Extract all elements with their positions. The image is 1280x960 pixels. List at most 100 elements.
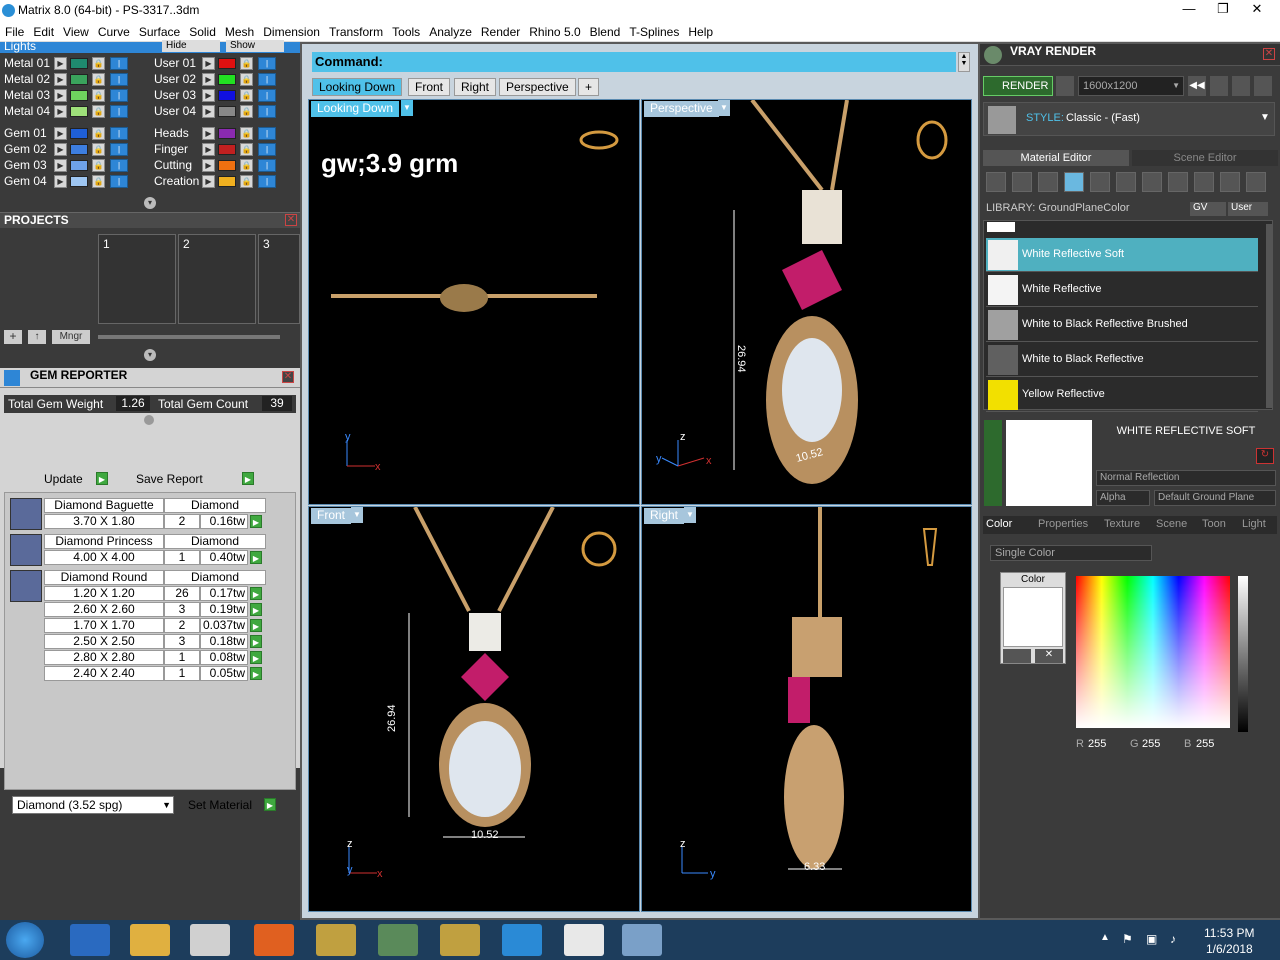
menu-curve[interactable]: Curve	[93, 22, 134, 39]
chevron-right-icon[interactable]: ▶	[54, 57, 67, 70]
chevron-right-icon[interactable]: ▶	[54, 143, 67, 156]
menu-tsplines[interactable]: T-Splines	[624, 22, 683, 39]
library-item[interactable]: Yellow Reflective	[986, 378, 1258, 412]
layer-row[interactable]: Metal 03 ▶ 🔒 |	[0, 88, 148, 103]
layer-color-swatch[interactable]	[218, 90, 236, 101]
layer-row[interactable]: Metal 02 ▶ 🔒 |	[0, 72, 148, 87]
collapse-icon[interactable]: ▾	[144, 349, 156, 361]
document-app-icon[interactable]	[564, 924, 604, 956]
lock-icon[interactable]: 🔒	[240, 105, 253, 118]
command-scroll[interactable]: ▲ ▼	[958, 52, 970, 72]
r-value[interactable]: 255	[1088, 738, 1106, 750]
settings-icon[interactable]	[1254, 76, 1272, 96]
layer-color-swatch[interactable]	[70, 74, 88, 85]
flag-icon[interactable]: ⚑	[1122, 932, 1133, 946]
style-selector[interactable]: STYLE: Classic - (Fast) ▼	[983, 102, 1275, 136]
layer-color-swatch[interactable]	[218, 74, 236, 85]
viewport-front[interactable]: Front ▼ 26.94 10.52 zxy	[308, 506, 640, 912]
tab-scene-editor[interactable]: Scene Editor	[1132, 150, 1278, 166]
image-viewer-icon[interactable]	[622, 924, 662, 956]
layer-color-swatch[interactable]	[70, 90, 88, 101]
viewport-right[interactable]: Right ▼ 6.33 zy	[641, 506, 972, 912]
menu-rhino[interactable]: Rhino 5.0	[524, 22, 584, 39]
layer-row[interactable]: Creation ▶ 🔒 |	[150, 174, 298, 189]
select-gem-icon[interactable]: ▶	[250, 667, 262, 680]
material-tool-icon[interactable]	[1012, 172, 1032, 192]
visibility-icon[interactable]: |	[258, 105, 276, 118]
material-tool-icon[interactable]	[1038, 172, 1058, 192]
user-button[interactable]: User	[1228, 202, 1268, 216]
network-app-icon[interactable]	[378, 924, 418, 956]
rewind-icon[interactable]: ◀◀	[1188, 76, 1206, 96]
lock-icon[interactable]: 🔒	[92, 105, 105, 118]
layer-row[interactable]: Heads ▶ 🔒 |	[150, 126, 298, 141]
material-tool-icon[interactable]	[1142, 172, 1162, 192]
menu-view[interactable]: View	[58, 22, 93, 39]
select-gem-icon[interactable]: ▶	[250, 515, 262, 528]
save-report-button[interactable]: Save Report ▶	[134, 472, 258, 487]
menu-tools[interactable]: Tools	[387, 22, 424, 39]
layer-color-swatch[interactable]	[218, 144, 236, 155]
visibility-icon[interactable]: |	[110, 89, 128, 102]
visibility-icon[interactable]: |	[110, 127, 128, 140]
tab-light[interactable]: Light	[1242, 518, 1266, 530]
lock-icon[interactable]: 🔒	[92, 73, 105, 86]
chevron-right-icon[interactable]: ▶	[202, 89, 215, 102]
visibility-icon[interactable]: |	[258, 127, 276, 140]
menu-analyze[interactable]: Analyze	[424, 22, 476, 39]
layer-row[interactable]: User 02 ▶ 🔒 |	[150, 72, 298, 87]
select-gem-icon[interactable]: ▶	[250, 619, 262, 632]
visibility-icon[interactable]: |	[258, 89, 276, 102]
clock-time[interactable]: 11:53 PM	[1204, 926, 1254, 940]
render-button[interactable]: RENDER	[983, 76, 1053, 96]
visibility-icon[interactable]: |	[110, 159, 128, 172]
expand-left-icon[interactable]	[984, 420, 1002, 506]
layer-color-swatch[interactable]	[70, 128, 88, 139]
menu-mesh[interactable]: Mesh	[220, 22, 258, 39]
material-tool-icon[interactable]	[1168, 172, 1188, 192]
layer-color-swatch[interactable]	[70, 160, 88, 171]
layer-row[interactable]: Gem 02 ▶ 🔒 |	[0, 142, 148, 157]
layer-row[interactable]: Gem 04 ▶ 🔒 |	[0, 174, 148, 189]
maximize-button[interactable]: ❐	[1206, 0, 1240, 20]
material-tool-icon[interactable]	[1220, 172, 1240, 192]
visibility-icon[interactable]: |	[110, 105, 128, 118]
visibility-icon[interactable]: |	[110, 57, 128, 70]
library-scrollbar[interactable]	[1266, 224, 1272, 408]
chevron-right-icon[interactable]: ▶	[54, 159, 67, 172]
color-spectrum[interactable]	[1076, 576, 1230, 728]
lock-icon[interactable]: 🔒	[240, 159, 253, 172]
grid-icon[interactable]	[1210, 76, 1228, 96]
alpha-field[interactable]: Alpha	[1096, 490, 1150, 506]
project-slot[interactable]: 3	[258, 234, 300, 324]
projects-close-icon[interactable]: ✕	[285, 214, 297, 226]
color-mode-select[interactable]: Single Color	[990, 545, 1152, 561]
vray-close-icon[interactable]: ✕	[1263, 48, 1275, 60]
tab-front[interactable]: Front	[408, 78, 451, 96]
layer-row[interactable]: Finger ▶ 🔒 |	[150, 142, 298, 157]
layer-row[interactable]: Gem 01 ▶ 🔒 |	[0, 126, 148, 141]
color-swatch[interactable]	[1003, 587, 1063, 647]
layer-row[interactable]: Cutting ▶ 🔒 |	[150, 158, 298, 173]
chevron-right-icon[interactable]: ▶	[202, 73, 215, 86]
select-gem-icon[interactable]: ▶	[250, 651, 262, 664]
project-slot[interactable]: 2	[178, 234, 256, 324]
menu-solid[interactable]: Solid	[184, 22, 220, 39]
material-tool-icon[interactable]	[1246, 172, 1266, 192]
visibility-icon[interactable]: |	[110, 143, 128, 156]
layer-color-swatch[interactable]	[218, 160, 236, 171]
material-tool-icon[interactable]	[1194, 172, 1214, 192]
add-view-tab[interactable]: +	[578, 78, 600, 96]
volume-icon[interactable]: ♪	[1170, 932, 1176, 946]
reflection-select[interactable]: Normal Reflection	[1096, 470, 1276, 486]
chevron-right-icon[interactable]: ▶	[202, 127, 215, 140]
chevron-right-icon[interactable]: ▶	[202, 175, 215, 188]
layer-color-swatch[interactable]	[218, 128, 236, 139]
command-bar[interactable]: Command:	[312, 52, 956, 72]
menu-transform[interactable]: Transform	[324, 22, 387, 39]
tab-looking-down[interactable]: Looking Down	[312, 78, 403, 96]
tab-material-editor[interactable]: Material Editor	[983, 150, 1129, 166]
menu-help[interactable]: Help	[683, 22, 717, 39]
chevron-right-icon[interactable]: ▶	[202, 143, 215, 156]
jewelry-app-icon[interactable]	[316, 924, 356, 956]
